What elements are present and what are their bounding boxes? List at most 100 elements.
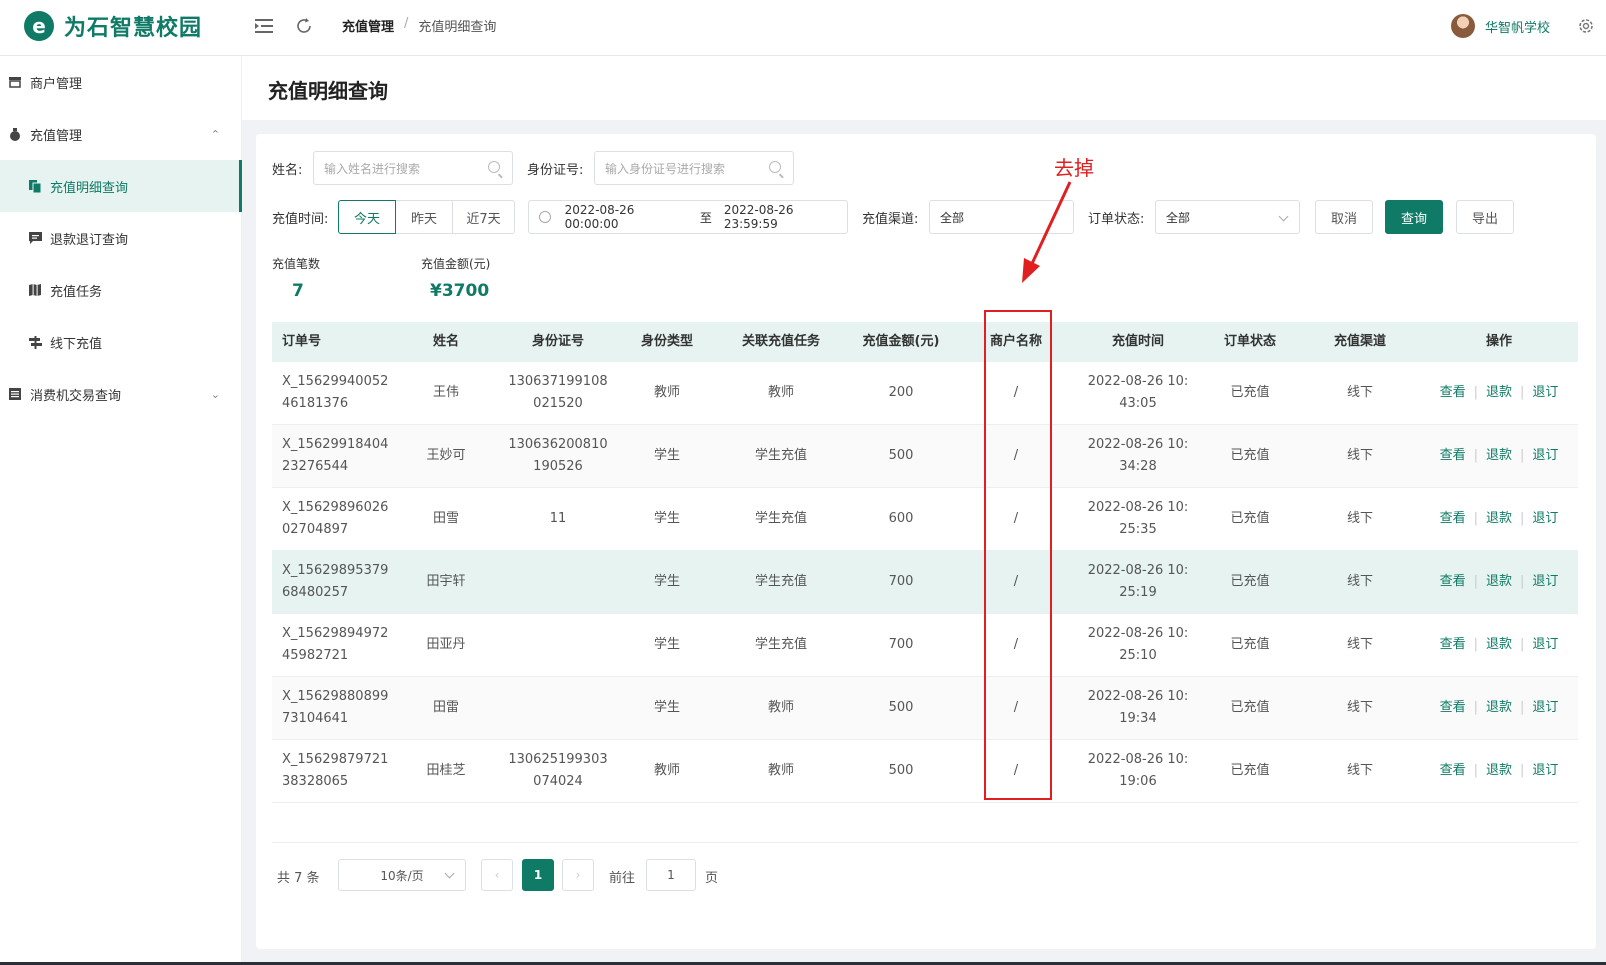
- view-link[interactable]: 查看: [1440, 760, 1466, 782]
- status-value: 全部: [1166, 210, 1191, 225]
- col-channel-cell: 线下: [1346, 637, 1373, 652]
- row-actions: 查看 | 退款 | 退订: [1420, 362, 1578, 424]
- sidebar-item-offline[interactable]: 线下充值: [0, 316, 242, 368]
- unsubscribe-link[interactable]: 退订: [1532, 571, 1558, 593]
- view-link[interactable]: 查看: [1440, 634, 1466, 656]
- store-icon: [8, 75, 22, 89]
- table-row[interactable]: X_15629880899 73104641 田雷 学生 教师 500/2022-08-…: [272, 677, 1578, 740]
- next-page-button[interactable]: ›: [562, 859, 594, 891]
- col-time-cell: 2022-08-26 10: 25:10: [1087, 626, 1189, 663]
- table-header: 订单号 姓名 身份证号 身份类型 关联充值任务 充值金额(元) 商户名称 充值时间 订单状态 充值…: [272, 322, 1578, 362]
- action-separator: |: [1520, 511, 1525, 526]
- col-name-header: 姓名: [432, 334, 459, 349]
- sidebar-item-label: 商户管理: [30, 76, 83, 92]
- channel-select[interactable]: 全部: [929, 200, 1074, 234]
- cancel-button[interactable]: 取消: [1315, 200, 1373, 234]
- page-title-bar: 充值明细查询: [242, 56, 1606, 120]
- tab-today[interactable]: 今天: [338, 200, 396, 234]
- time-label: 充值时间:: [272, 212, 329, 227]
- search-icon: [769, 161, 781, 173]
- page-number-current[interactable]: 1: [522, 859, 554, 891]
- refresh-icon[interactable]: [292, 14, 316, 38]
- breadcrumb-parent[interactable]: 充值管理: [342, 16, 394, 35]
- col-status-cell: 已充值: [1230, 763, 1270, 778]
- col-status-cell: 已充值: [1230, 511, 1270, 526]
- goto-label: 前往: [609, 871, 636, 886]
- col-task-header: 关联充值任务: [741, 334, 820, 349]
- refund-link[interactable]: 退款: [1486, 382, 1512, 404]
- col-time-cell: 2022-08-26 10: 25:19: [1087, 563, 1189, 600]
- sidebar-item-task[interactable]: 充值任务: [0, 264, 242, 316]
- col-task-cell: 学生充值: [754, 574, 807, 589]
- col-amount-cell: 600: [888, 511, 914, 526]
- table-row[interactable]: X_15629879721 38328065 田桂芝 130625199303 07…: [272, 740, 1578, 803]
- logo-text: 为石智慧校园: [64, 16, 203, 41]
- tab-yesterday[interactable]: 昨天: [395, 200, 453, 234]
- unsubscribe-link[interactable]: 退订: [1532, 697, 1558, 719]
- refund-link[interactable]: 退款: [1486, 508, 1512, 530]
- sidebar-item-recharge[interactable]: 充值管理 ⌃: [0, 108, 242, 160]
- action-separator: |: [1520, 574, 1525, 589]
- table-row[interactable]: X_15629918404 23276544 王妙可 130636200810 19…: [272, 425, 1578, 488]
- date-start: 2022-08-26 00:00:00: [564, 203, 635, 231]
- view-link[interactable]: 查看: [1440, 508, 1466, 530]
- date-range-picker[interactable]: 2022-08-26 00:00:00 至 2022-08-26 23:59:5…: [528, 200, 848, 234]
- name-search-input[interactable]: 输入姓名进行搜索: [313, 151, 513, 185]
- id-search-input[interactable]: 输入身份证号进行搜索: [594, 151, 794, 185]
- table-body: X_15629940052 46181376 王伟 130637199108 021…: [272, 362, 1578, 803]
- unsubscribe-link[interactable]: 退订: [1532, 508, 1558, 530]
- sidebar-item-recharge-detail[interactable]: 充值明细查询: [0, 160, 242, 212]
- refund-link[interactable]: 退款: [1486, 571, 1512, 593]
- action-separator: |: [1520, 448, 1525, 463]
- chevron-down-icon: [1278, 211, 1289, 222]
- sidebar-item-merchant[interactable]: 商户管理: [0, 56, 242, 108]
- map-icon: [28, 283, 42, 297]
- unsubscribe-link[interactable]: 退订: [1532, 634, 1558, 656]
- col-order-no-header: 订单号: [282, 334, 322, 349]
- tab-last-7-days[interactable]: 近7天: [452, 200, 515, 234]
- page-size-select[interactable]: 10条/页: [338, 859, 466, 891]
- col-id-number-cell: 11: [549, 511, 567, 526]
- sidebar-item-refund[interactable]: 退款退订查询: [0, 212, 242, 264]
- unsubscribe-link[interactable]: 退订: [1532, 445, 1558, 467]
- col-identity-type-cell: 学生: [653, 574, 680, 589]
- col-task-cell: 教师: [767, 700, 794, 715]
- col-time-cell: 2022-08-26 10: 43:05: [1087, 374, 1189, 411]
- refund-link[interactable]: 退款: [1486, 634, 1512, 656]
- sidebar-item-label: 退款退订查询: [50, 232, 129, 248]
- prev-page-button[interactable]: ‹: [481, 859, 513, 891]
- status-select[interactable]: 全部: [1155, 200, 1300, 234]
- sidebar-item-consumer-trade[interactable]: 消费机交易查询 ⌄: [0, 368, 242, 420]
- refund-link[interactable]: 退款: [1486, 760, 1512, 782]
- view-link[interactable]: 查看: [1440, 697, 1466, 719]
- annotation-text: 去掉: [1054, 156, 1094, 180]
- table-row[interactable]: X_15629894972 45982721 田亚丹 学生 学生充值 700/2022-…: [272, 614, 1578, 677]
- user-menu[interactable]: 华智帆学校: [1450, 14, 1550, 38]
- refund-link[interactable]: 退款: [1486, 697, 1512, 719]
- logo: e 为石智慧校园: [24, 10, 202, 42]
- col-channel-cell: 线下: [1346, 385, 1373, 400]
- table-row[interactable]: X_15629940052 46181376 王伟 130637199108 021…: [272, 362, 1578, 425]
- col-task-cell: 教师: [767, 385, 794, 400]
- col-identity-type-cell: 学生: [653, 448, 680, 463]
- col-time-cell: 2022-08-26 10: 19:06: [1087, 752, 1189, 789]
- view-link[interactable]: 查看: [1440, 571, 1466, 593]
- col-name-cell: 王妙可: [426, 448, 466, 463]
- col-order-no-cell: X_15629918404 23276544: [282, 437, 389, 474]
- query-button[interactable]: 查询: [1385, 200, 1443, 234]
- unsubscribe-link[interactable]: 退订: [1532, 760, 1558, 782]
- table-row[interactable]: X_15629896026 02704897 田雪 11 学生 学生充值 600/2022…: [272, 488, 1578, 551]
- export-button[interactable]: 导出: [1456, 200, 1514, 234]
- gear-icon[interactable]: [1574, 14, 1598, 38]
- view-link[interactable]: 查看: [1440, 445, 1466, 467]
- goto-page-input[interactable]: 1: [646, 859, 696, 891]
- table-row[interactable]: X_15629895379 68480257 田宇轩 学生 学生充值 700/2022-…: [272, 551, 1578, 614]
- unsubscribe-link[interactable]: 退订: [1532, 382, 1558, 404]
- refund-link[interactable]: 退款: [1486, 445, 1512, 467]
- menu-fold-icon[interactable]: [252, 14, 276, 38]
- action-separator: |: [1520, 385, 1525, 400]
- sidebar-item-label: 消费机交易查询: [30, 388, 122, 404]
- view-link[interactable]: 查看: [1440, 382, 1466, 404]
- action-separator: |: [1473, 574, 1478, 589]
- name-label: 姓名:: [272, 163, 303, 178]
